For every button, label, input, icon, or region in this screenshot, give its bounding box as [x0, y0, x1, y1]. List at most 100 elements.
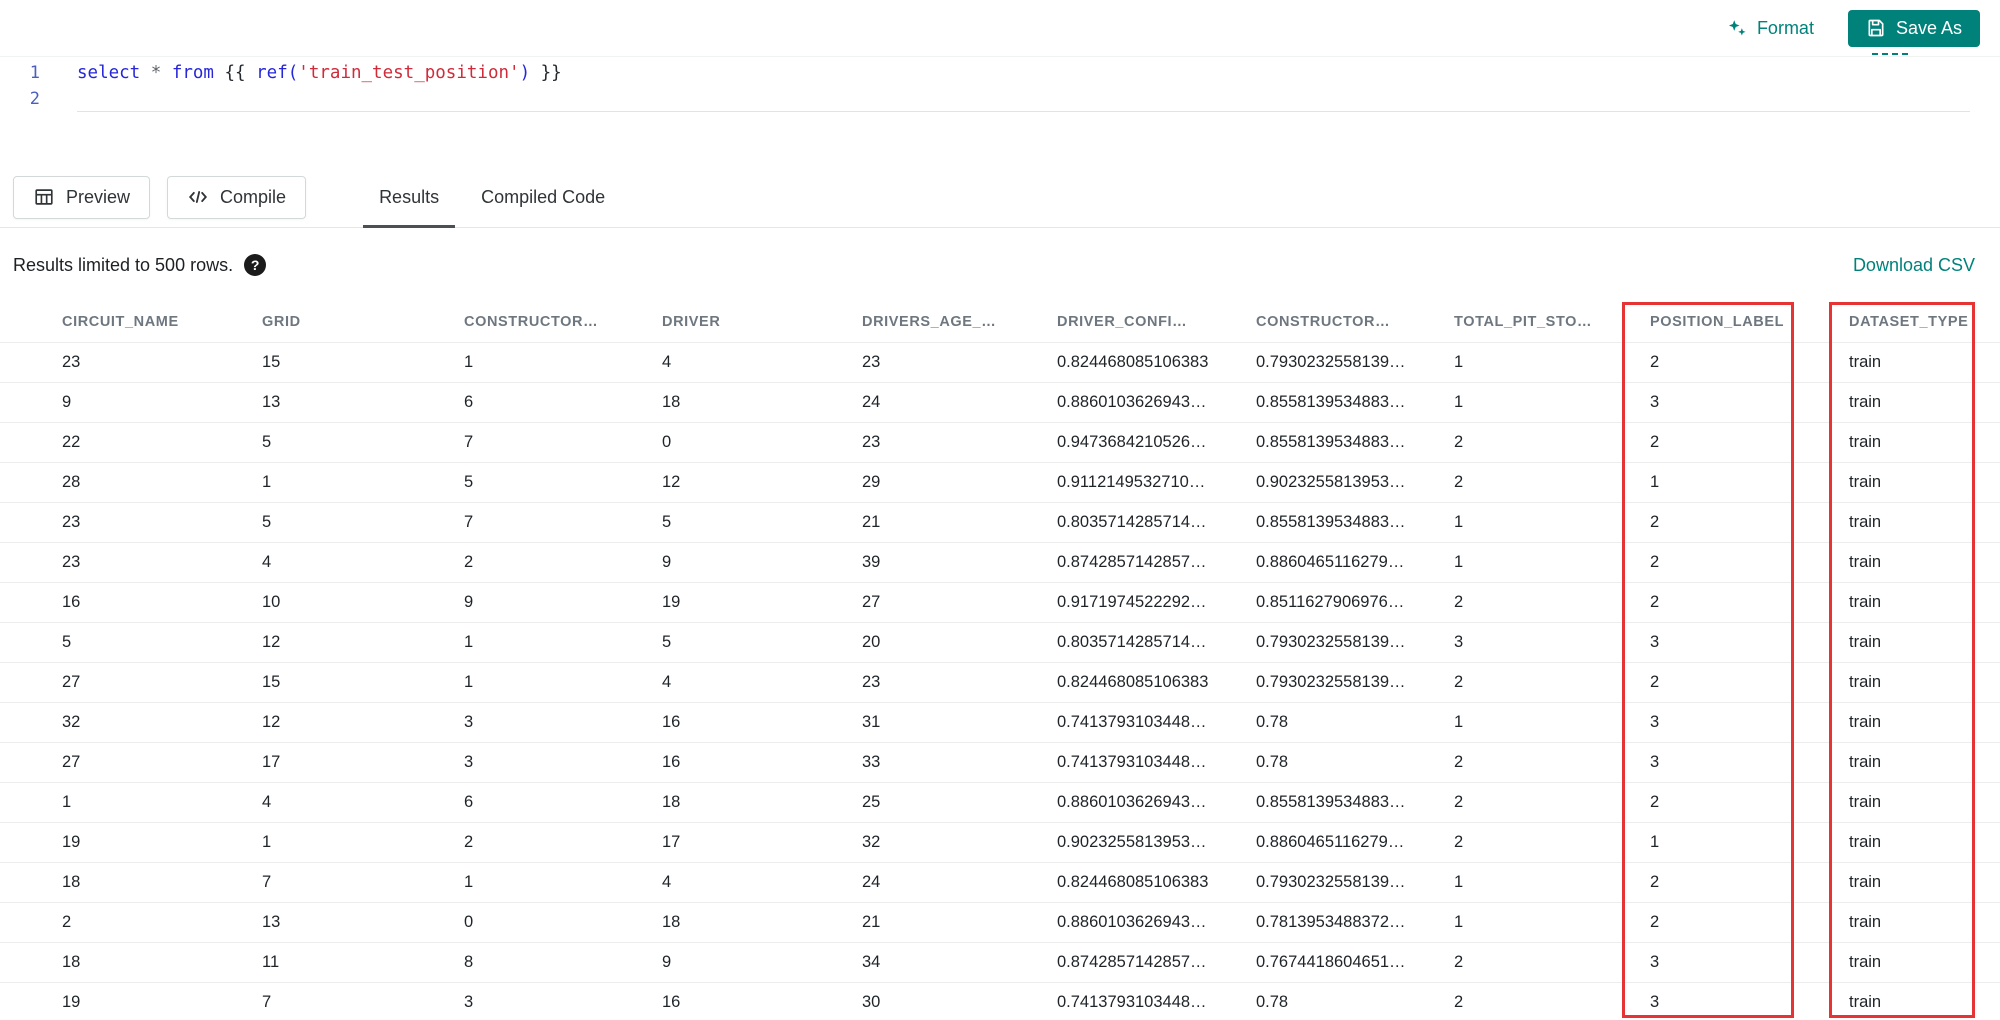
- table-cell: 0.7413793103448…: [1057, 752, 1207, 771]
- column-header: CONSTRUCTOR…: [1256, 313, 1391, 330]
- table-cell: 12: [262, 712, 281, 731]
- compile-button[interactable]: Compile: [167, 175, 307, 219]
- table-cell: 3: [464, 992, 474, 1011]
- sql-editor[interactable]: 1 2 select * from {{ ref('train_test_pos…: [0, 57, 2000, 167]
- preview-button[interactable]: Preview: [13, 175, 151, 219]
- line-number: 2: [29, 89, 40, 109]
- table-cell: 2: [1454, 592, 1464, 611]
- table-cell: train: [1849, 392, 1882, 411]
- code-token: ref(: [256, 63, 299, 83]
- table-cell: 1: [62, 792, 72, 811]
- table-cell: 2: [1650, 912, 1660, 931]
- table-cell: 3: [464, 752, 474, 771]
- table-cell: 3: [1650, 712, 1660, 731]
- table-cell: 4: [662, 672, 672, 691]
- table-cell: train: [1849, 872, 1882, 891]
- results-info-bar: Results limited to 500 rows. ? Download …: [0, 228, 2000, 302]
- table-cell: 2: [1454, 472, 1464, 491]
- download-csv-link[interactable]: Download CSV: [1853, 255, 1975, 276]
- table-cell: 24: [862, 872, 881, 891]
- table-cell: train: [1849, 912, 1882, 931]
- table-cell: 23: [862, 672, 881, 691]
- table-cell: train: [1849, 832, 1882, 851]
- table-cell: 2: [464, 552, 474, 571]
- table-cell: 0.78: [1256, 712, 1289, 731]
- code-token: ): [519, 63, 531, 83]
- table-row: 1 4 6 18 25 0.8860103626943… 0.8558139534883… 2…: [0, 782, 2000, 822]
- table-cell: 1: [1454, 552, 1464, 571]
- table-cell: 0.8860103626943…: [1057, 912, 1207, 931]
- table-row: 22 5 7 0 23 0.9473684210526… 0.8558139534883… 2…: [0, 422, 2000, 462]
- table-cell: 3: [1650, 992, 1660, 1011]
- format-button[interactable]: Format: [1726, 17, 1814, 39]
- save-icon: [1866, 18, 1886, 38]
- table-cell: 30: [862, 992, 881, 1011]
- table-cell: 2: [1454, 992, 1464, 1011]
- table-row: 23 4 2 9 39 0.8742857142857… 0.8860465116279… 1…: [0, 542, 2000, 582]
- table-cell: 0.8860103626943…: [1057, 792, 1207, 811]
- table-cell: 2: [1454, 672, 1464, 691]
- table-cell: train: [1849, 712, 1882, 731]
- table-cell: 15: [262, 672, 281, 691]
- table-cell: 2: [1650, 432, 1660, 451]
- table-cell: 29: [862, 472, 881, 491]
- table-cell: 18: [62, 872, 81, 891]
- code-line-content: select * from {{ ref('train_test_positio…: [77, 60, 2000, 86]
- table-cell: 18: [662, 792, 681, 811]
- table-cell: 25: [862, 792, 881, 811]
- table-cell: 3: [1650, 952, 1660, 971]
- table-cell: 31: [862, 712, 881, 731]
- table-cell: 2: [1650, 592, 1660, 611]
- results-table: CIRCUIT_NAME GRID CONSTRUCTOR… DRIVER DRIVER…: [0, 302, 2000, 1020]
- column-header: DRIVERS_AGE_…: [862, 313, 997, 330]
- table-cell: 6: [464, 792, 474, 811]
- table-cell: 0.8860465116279…: [1256, 552, 1405, 571]
- table-cell: 5: [662, 632, 672, 651]
- column-header: TOTAL_PIT_STO…: [1454, 313, 1593, 330]
- table-cell: 16: [662, 712, 681, 731]
- table-row: 27 15 1 4 23 0.824468085106383 0.7930232558139…: [0, 662, 2000, 702]
- table-cell: 4: [262, 552, 272, 571]
- table-cell: 1: [1454, 352, 1464, 371]
- table-cell: 0.8511627906976…: [1256, 592, 1405, 611]
- code-token: from: [171, 63, 214, 83]
- table-cell: 2: [1454, 792, 1464, 811]
- table-cell: 1: [1454, 912, 1464, 931]
- table-cell: 16: [662, 752, 681, 771]
- table-cell: 19: [62, 832, 81, 851]
- table-row: 18 11 8 9 34 0.8742857142857… 0.7674418604651……: [0, 942, 2000, 982]
- table-cell: 16: [662, 992, 681, 1011]
- table-cell: 23: [62, 552, 81, 571]
- table-row: 18 7 1 4 24 0.824468085106383 0.7930232558139……: [0, 862, 2000, 902]
- tab-compiled-code[interactable]: Compiled Code: [465, 167, 621, 227]
- table-row: 19 1 2 17 32 0.9023255813953… 0.8860465116279……: [0, 822, 2000, 862]
- table-cell: train: [1849, 432, 1882, 451]
- table-cell: 27: [862, 592, 881, 611]
- sparkles-icon: [1726, 17, 1748, 39]
- table-cell: 18: [662, 912, 681, 931]
- help-icon[interactable]: ?: [244, 254, 267, 276]
- table-cell: train: [1849, 352, 1882, 371]
- table-cell: 0.7930232558139…: [1256, 632, 1406, 651]
- table-cell: 2: [1650, 792, 1660, 811]
- table-cell: 0.7930232558139…: [1256, 352, 1406, 371]
- table-cell: 19: [62, 992, 81, 1011]
- code-area[interactable]: select * from {{ ref('train_test_positio…: [56, 60, 2000, 167]
- table-cell: 0.9023255813953…: [1057, 832, 1207, 851]
- table-cell: 0.8558139534883…: [1256, 392, 1406, 411]
- table-cell: 5: [262, 432, 272, 451]
- table-row: 23 5 7 5 21 0.8035714285714… 0.8558139534883… 1…: [0, 502, 2000, 542]
- table-cell: 1: [1454, 512, 1464, 531]
- table-cell: 39: [862, 552, 881, 571]
- table-cell: train: [1849, 472, 1882, 491]
- table-cell: 1: [1650, 472, 1660, 491]
- table-cell: train: [1849, 952, 1882, 971]
- table-cell: train: [1849, 512, 1882, 531]
- table-cell: 23: [62, 512, 81, 531]
- table-cell: 0.9171974522292…: [1057, 592, 1207, 611]
- save-as-button[interactable]: Save As: [1847, 9, 1980, 47]
- code-icon: [187, 186, 209, 208]
- table-cell: 32: [862, 832, 881, 851]
- table-row: 27 17 3 16 33 0.7413793103448… 0.78 2 3 train: [0, 742, 2000, 782]
- tab-results[interactable]: Results: [363, 167, 456, 228]
